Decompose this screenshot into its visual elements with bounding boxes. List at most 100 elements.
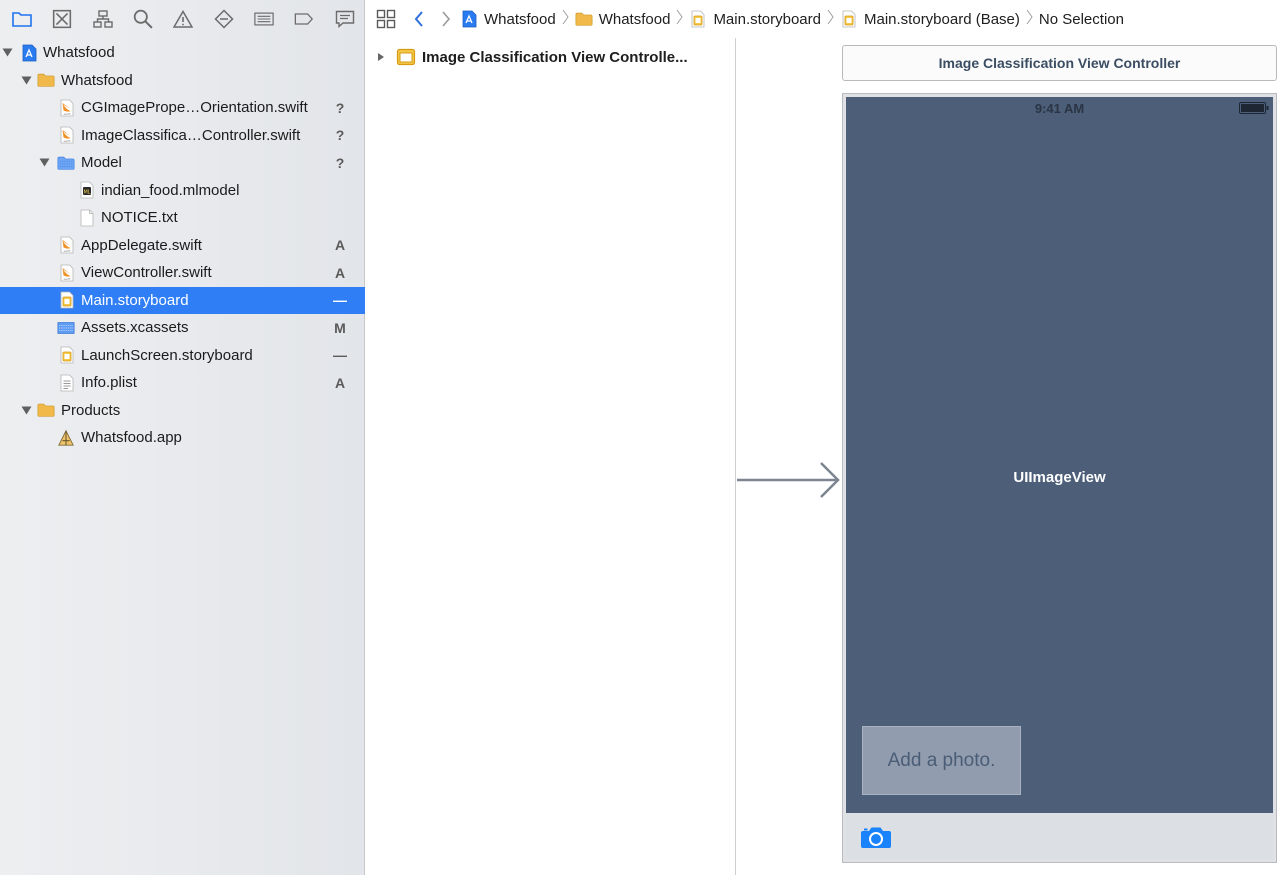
- swift-file-icon: swift: [58, 264, 76, 282]
- file-tree-row[interactable]: Info.plist A: [0, 369, 365, 397]
- forward-button[interactable]: [432, 0, 460, 38]
- source-control-status-badge: A: [334, 264, 346, 281]
- folder-icon: [37, 71, 55, 89]
- file-tree-label: Whatsfood: [43, 44, 115, 62]
- file-tree-row[interactable]: Model?: [0, 149, 365, 177]
- battery-icon: [1239, 102, 1269, 114]
- group-folder-icon: [57, 154, 75, 172]
- add-photo-label[interactable]: Add a photo.: [862, 726, 1021, 795]
- disclosure-triangle-icon[interactable]: [38, 157, 50, 169]
- storyboard-canvas[interactable]: Image Classification View Controller 9:4…: [737, 38, 1286, 875]
- project-navigator-icon: [12, 9, 32, 29]
- issue-navigator-button[interactable]: [163, 0, 203, 38]
- initial-view-controller-arrow-icon[interactable]: [737, 460, 843, 500]
- file-tree-row[interactable]: swift AppDelegate.swift A: [0, 232, 365, 260]
- svg-text:swift: swift: [63, 277, 71, 281]
- project-file-icon: [20, 44, 38, 62]
- camera-icon[interactable]: [860, 825, 892, 849]
- document-outline: Image Classification View Controlle...: [366, 38, 736, 875]
- view-controller-icon: [396, 48, 416, 66]
- file-tree: Whatsfood Whatsfood swift CGImagePrope…Orie…: [0, 39, 365, 452]
- file-tree-label: ImageClassifica…Controller.swift: [81, 126, 301, 144]
- file-tree-row[interactable]: Whatsfood.app: [0, 424, 365, 452]
- swift-file-icon: swift: [58, 99, 76, 117]
- storyboard-file-icon: [689, 10, 707, 28]
- project-navigator-button[interactable]: [2, 0, 42, 38]
- bottom-toolbar: [846, 813, 1273, 859]
- mlmodel-file-icon: ML: [78, 181, 96, 199]
- file-tree-label: LaunchScreen.storyboard: [81, 346, 253, 364]
- image-view-placeholder: UIImageView: [1013, 469, 1106, 486]
- breakpoint-navigator-button[interactable]: [284, 0, 324, 38]
- storyboard-file-icon: [840, 10, 858, 28]
- breadcrumb-separator-icon: [562, 9, 569, 30]
- breadcrumb-item[interactable]: No Selection: [1039, 11, 1124, 28]
- project-navigator: Whatsfood Whatsfood swift CGImagePrope…Orie…: [0, 0, 365, 875]
- breadcrumb-item[interactable]: Main.storyboard (Base): [840, 10, 1020, 28]
- breadcrumb-label: Main.storyboard (Base): [864, 10, 1020, 28]
- breadcrumb-label: No Selection: [1038, 10, 1124, 28]
- asset-catalog-icon: [57, 319, 75, 337]
- related-items-icon: [376, 9, 396, 29]
- breadcrumb-item[interactable]: Main.storyboard: [689, 10, 821, 28]
- breadcrumb-item[interactable]: Whatsfood: [460, 10, 556, 28]
- file-tree-row[interactable]: Whatsfood: [0, 39, 365, 67]
- file-tree-row[interactable]: Assets.xcassets M: [0, 314, 365, 342]
- file-tree-row[interactable]: ML indian_food.mlmodel: [0, 177, 365, 205]
- breadcrumb-item[interactable]: Whatsfood: [575, 10, 671, 28]
- source-control-status-badge: M: [334, 319, 346, 336]
- project-file-icon: [460, 10, 478, 28]
- back-button[interactable]: [406, 0, 432, 38]
- file-tree-row[interactable]: swift ImageClassifica…Controller.swift?: [0, 122, 365, 150]
- file-tree-label: Model: [81, 154, 122, 172]
- source-control-navigator-icon: [52, 9, 72, 29]
- file-tree-row[interactable]: swift ViewController.swift A: [0, 259, 365, 287]
- swift-file-icon: swift: [58, 236, 76, 254]
- file-tree-row[interactable]: Main.storyboard —: [0, 286, 365, 314]
- file-tree-row[interactable]: NOTICE.txt: [0, 204, 365, 232]
- root-view[interactable]: 9:41 AM UIImageView Add a photo.: [846, 97, 1273, 813]
- file-tree-label: Whatsfood.app: [81, 429, 182, 447]
- file-tree-label: Main.storyboard: [81, 291, 189, 309]
- svg-text:swift: swift: [63, 249, 71, 253]
- report-navigator-icon: [335, 9, 355, 29]
- file-tree-label: CGImagePrope…Orientation.swift: [81, 99, 308, 117]
- file-tree-row[interactable]: Whatsfood: [0, 67, 365, 95]
- file-tree-label: Assets.xcassets: [81, 319, 189, 337]
- status-bar-time: 9:41 AM: [1034, 101, 1085, 116]
- file-tree-row[interactable]: LaunchScreen.storyboard —: [0, 342, 365, 370]
- related-items-button[interactable]: [366, 0, 406, 38]
- svg-text:swift: swift: [63, 139, 71, 143]
- debug-navigator-button[interactable]: [244, 0, 284, 38]
- app-product-icon: [57, 429, 75, 447]
- breadcrumb-label: Whatsfood: [598, 10, 671, 28]
- source-control-status-badge: —: [333, 347, 347, 364]
- folder-icon: [37, 401, 55, 419]
- source-control-status-badge: A: [334, 237, 346, 254]
- source-control-navigator-button[interactable]: [42, 0, 82, 38]
- disclosure-triangle-icon[interactable]: [20, 404, 32, 416]
- outline-scene-row[interactable]: Image Classification View Controlle...: [376, 46, 688, 68]
- breadcrumb-label: Whatsfood: [484, 10, 556, 28]
- symbol-navigator-button[interactable]: [83, 0, 123, 38]
- source-control-status-badge: ?: [335, 99, 345, 116]
- file-tree-row[interactable]: Products: [0, 397, 365, 425]
- test-navigator-button[interactable]: [204, 0, 244, 38]
- jump-bar: Whatsfood Whatsfood Main.storyboard Main.st…: [366, 0, 1286, 38]
- find-navigator-button[interactable]: [123, 0, 163, 38]
- scene-title-bar[interactable]: Image Classification View Controller: [842, 45, 1277, 81]
- breadcrumb-label: Main.storyboard: [713, 10, 821, 28]
- report-navigator-button[interactable]: [325, 0, 365, 38]
- outline-scene-label: Image Classification View Controlle...: [422, 48, 688, 66]
- source-control-status-badge: A: [334, 374, 346, 391]
- breakpoint-navigator-icon: [294, 9, 314, 29]
- file-tree-label: Info.plist: [81, 374, 137, 392]
- file-tree-label: indian_food.mlmodel: [101, 181, 240, 199]
- text-file-icon: [78, 209, 96, 227]
- disclosure-triangle-icon[interactable]: [1, 47, 13, 59]
- test-navigator-icon: [214, 9, 234, 29]
- source-control-status-badge: —: [333, 292, 347, 309]
- file-tree-row[interactable]: swift CGImagePrope…Orientation.swift?: [0, 94, 365, 122]
- file-tree-label: Products: [61, 401, 121, 419]
- disclosure-triangle-icon[interactable]: [20, 74, 32, 86]
